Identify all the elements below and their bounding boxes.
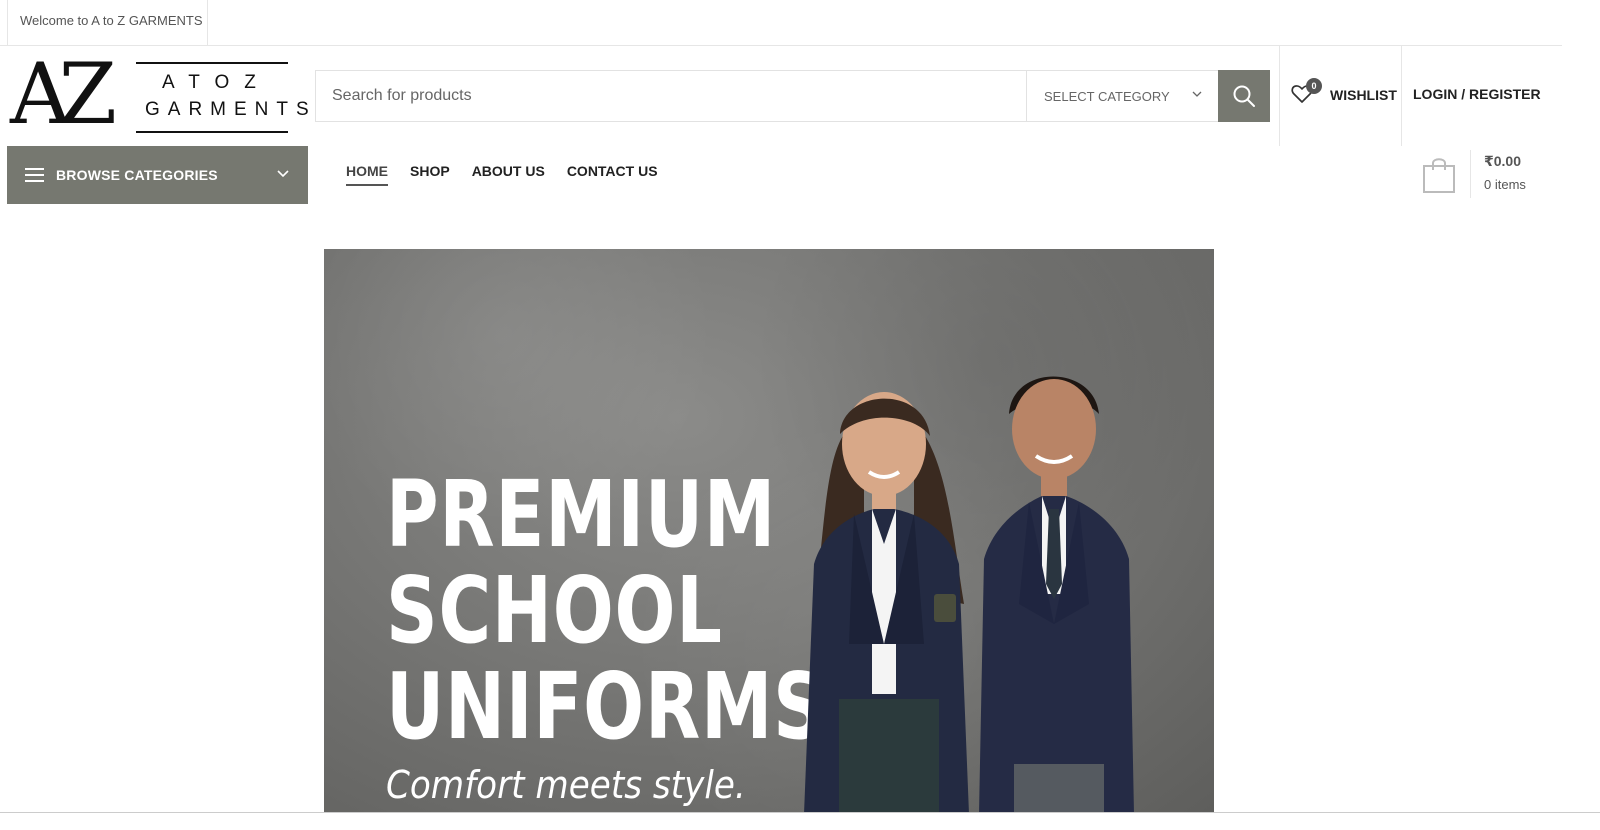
nav-item-about-us[interactable]: ABOUT US <box>472 163 545 185</box>
logo-mark: AZ <box>10 45 117 143</box>
cart-divider <box>1470 150 1471 198</box>
wishlist-icon-wrap: 0 <box>1290 78 1322 108</box>
students-illustration <box>804 376 1134 813</box>
search-bar: SELECT CATEGORY <box>315 70 1270 122</box>
page-bottom-edge <box>0 812 1600 813</box>
header-divider <box>1401 46 1402 146</box>
nav-item-shop[interactable]: SHOP <box>410 163 450 185</box>
search-input[interactable] <box>316 71 1026 121</box>
logo-text-line2: GARMENTS <box>145 99 317 120</box>
welcome-message: Welcome to A to Z GARMENTS <box>7 0 208 46</box>
category-select-label: SELECT CATEGORY <box>1044 88 1170 104</box>
header-divider <box>1279 46 1280 146</box>
browse-categories-label: BROWSE CATEGORIES <box>56 167 218 183</box>
hamburger-menu-icon <box>25 167 45 183</box>
hero-tagline: Comfort meets style. <box>386 763 746 807</box>
wishlist-count-badge: 0 <box>1306 78 1322 94</box>
search-button[interactable] <box>1218 70 1270 122</box>
wishlist-link[interactable]: 0 WISHLIST <box>1290 78 1397 108</box>
wishlist-label: WISHLIST <box>1330 87 1397 103</box>
hero-headline-line1: PREMIUM <box>386 461 777 568</box>
search-icon <box>1233 85 1255 107</box>
browse-categories-button[interactable]: BROWSE CATEGORIES <box>7 146 308 204</box>
hero-banner[interactable]: PREMIUM SCHOOL UNIFORMS Comfort meets st… <box>324 249 1214 813</box>
logo-text-line1: ATOZ <box>162 72 271 93</box>
login-register-link[interactable]: LOGIN / REGISTER <box>1413 86 1541 102</box>
site-logo[interactable]: AZ ATOZ GARMENTS <box>10 52 309 136</box>
nav-item-contact-us[interactable]: CONTACT US <box>567 163 658 185</box>
cart-item-count: 0 items <box>1484 177 1526 192</box>
chevron-down-icon <box>1192 91 1202 97</box>
shopping-bag-icon <box>1423 158 1455 193</box>
hero-headline-line3: UNIFORMS <box>386 653 826 760</box>
logo-rule-top <box>136 62 288 64</box>
chevron-down-icon <box>277 170 289 178</box>
cart-total: ₹0.00 <box>1484 153 1521 169</box>
logo-rule-bottom <box>136 131 288 133</box>
hero-headline-line2: SCHOOL <box>386 557 723 664</box>
category-select[interactable]: SELECT CATEGORY <box>1026 71 1218 121</box>
top-bar: Welcome to A to Z GARMENTS <box>0 0 1562 46</box>
nav-item-home[interactable]: HOME <box>346 163 388 186</box>
main-navigation: HOME SHOP ABOUT US CONTACT US <box>346 163 658 186</box>
